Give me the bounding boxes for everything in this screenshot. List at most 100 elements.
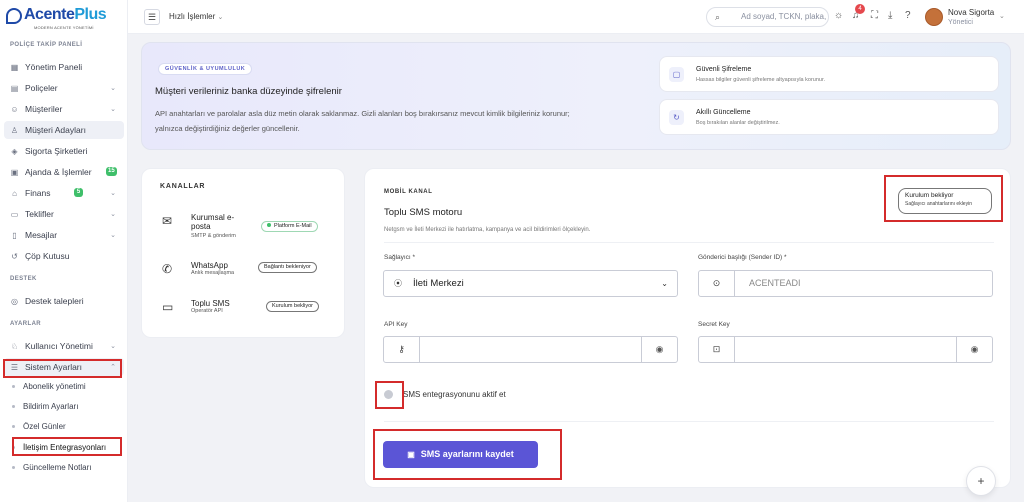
sidebar-item-customers[interactable]: ☺ Müşteriler ⌄ [4, 100, 124, 118]
sidebar-item-policies[interactable]: ▤ Poliçeler ⌄ [4, 79, 124, 97]
brand-name-b: Plus [74, 6, 107, 23]
sidebar-item-agenda[interactable]: ▣ Ajanda & İşlemler 15 [4, 163, 124, 181]
sun-icon[interactable]: ☼ [834, 10, 843, 22]
divider [384, 421, 994, 422]
brand-tagline: MODERN ACENTE YÖNETİMİ [34, 25, 94, 30]
channel-name: WhatsApp [191, 261, 228, 270]
chevron-down-icon: ⌄ [110, 343, 116, 350]
key-icon: ⚷ [384, 337, 420, 362]
sidebar-subitem-label: Abonelik yönetimi [23, 381, 86, 391]
sender-id-field[interactable]: ⊙ ACENTEADI [698, 270, 993, 297]
channel-desc: SMTP & gönderim [191, 233, 236, 239]
sidebar-item-user-management[interactable]: ♘ Kullanıcı Yönetimi ⌄ [4, 337, 124, 355]
eye-icon[interactable]: ◉ [641, 337, 677, 362]
sidebar-item-label: Teklifler [25, 209, 54, 219]
eye-icon[interactable]: ◉ [956, 337, 992, 362]
phone-icon: ▯ [12, 230, 17, 240]
security-banner: GÜVENLİK & UYUMLULUK Müşteri verileriniz… [141, 42, 1011, 150]
sidebar-item-label: Destek talepleri [25, 296, 84, 306]
sidebar-item-label: Mesajlar [25, 230, 58, 240]
shield-icon: ◈ [11, 146, 18, 156]
status-badge: Platform E-Mail [261, 221, 318, 232]
sidebar-item-leads[interactable]: ♙ Müşteri Adayları [4, 121, 124, 139]
section-label-settings: AYARLAR [10, 321, 42, 327]
secret-key-field[interactable]: ⊡ ◉ [698, 336, 993, 363]
sidebar-item-messages[interactable]: ▯ Mesajlar ⌄ [4, 226, 124, 244]
calendar-icon: ▣ [10, 167, 19, 177]
users-icon: ☺ [10, 104, 19, 114]
sidebar-subitem-release-notes[interactable]: Güncelleme Notları [12, 459, 124, 475]
avatar[interactable] [925, 8, 943, 26]
quick-actions-dropdown[interactable]: Hızlı İşlemler ⌄ [169, 12, 223, 21]
file-icon: ▭ [10, 209, 19, 219]
user-name[interactable]: Nova Sigorta [948, 8, 994, 17]
sidebar-subitem-special-days[interactable]: Özel Günler [12, 418, 124, 434]
add-button[interactable]: + [966, 466, 996, 496]
highlight-box [375, 381, 404, 409]
download-icon[interactable]: ⤓ [888, 10, 892, 22]
sidebar: Acente Plus MODERN ACENTE YÖNETİMİ POLİÇ… [0, 0, 128, 502]
channels-caption: KANALLAR [160, 183, 206, 190]
panel-caption: MOBİL KANAL [384, 189, 433, 195]
api-key-field[interactable]: ⚷ ◉ [383, 336, 678, 363]
sidebar-item-label: Sigorta Şirketleri [25, 146, 88, 156]
sidebar-item-label: Poliçeler [25, 83, 58, 93]
sidebar-item-label: Müşteriler [25, 104, 63, 114]
sender-id-label: Gönderici başlığı (Sender ID) * [698, 254, 787, 261]
channel-item-sms[interactable]: ▭ Toplu SMS Operatör API Kurulum bekliyo… [162, 299, 342, 319]
panel-title: Toplu SMS motoru [384, 207, 463, 218]
channel-name: Toplu SMS [191, 299, 230, 308]
lock-icon: ▢ [669, 67, 684, 82]
chevron-down-icon[interactable]: ⌄ [999, 12, 1005, 20]
help-icon[interactable]: ? [905, 10, 911, 22]
feature-card-smart-update: ↻ Akıllı Güncelleme Boş bırakılan alanla… [659, 99, 999, 135]
sms-settings-panel: MOBİL KANAL Toplu SMS motoru Netgsm ve İ… [364, 168, 1011, 488]
provider-select[interactable]: ⦿ İleti Merkezi ⌄ [383, 270, 678, 297]
sidebar-item-offers[interactable]: ▭ Teklifler ⌄ [4, 205, 124, 223]
search-input[interactable]: ⌕ Ad soyad, TCKN, plaka, [706, 7, 829, 27]
count-badge: 15 [106, 167, 117, 176]
channels-card: KANALLAR ✉ Kurumsal e-posta SMTP & gönde… [141, 168, 345, 338]
grid-icon: ▦ [10, 62, 19, 72]
banner-title: Müşteri verileriniz banka düzeyinde şifr… [155, 86, 342, 97]
channel-item-whatsapp[interactable]: ✆ WhatsApp Anlık mesajlaşma Bağlantı bek… [162, 261, 342, 281]
sidebar-item-insurers[interactable]: ◈ Sigorta Şirketleri [4, 142, 124, 160]
sidebar-item-label: Çöp Kutusu [25, 251, 70, 261]
quick-actions-label: Hızlı İşlemler [169, 12, 216, 21]
sidebar-subitem-label: Güncelleme Notları [23, 462, 92, 472]
sidebar-item-finance[interactable]: ⌂ Finans 5 ⌄ [4, 184, 124, 202]
sidebar-item-label: Kullanıcı Yönetimi [25, 341, 93, 351]
refresh-icon: ↻ [669, 110, 684, 125]
status-dot-icon [267, 223, 271, 227]
sidebar-subitem-subscription[interactable]: Abonelik yönetimi [12, 378, 124, 394]
security-pill: GÜVENLİK & UYUMLULUK [158, 63, 253, 75]
sidebar-item-dashboard[interactable]: ▦ Yönetim Paneli [4, 58, 124, 76]
bullet-icon [12, 404, 15, 408]
topbar: ☰ Hızlı İşlemler ⌄ ⌕ Ad soyad, TCKN, plak… [128, 0, 1024, 34]
api-key-label: API Key [384, 321, 408, 328]
brand-logo[interactable]: Acente Plus MODERN ACENTE YÖNETİMİ [6, 6, 107, 30]
bullet-icon [12, 384, 15, 388]
chevron-down-icon: ⌄ [110, 106, 116, 113]
count-badge: 5 [74, 188, 83, 197]
sidebar-subitem-label: Bildirim Ayarları [23, 401, 79, 411]
sidebar-item-trash[interactable]: ↺ Çöp Kutusu [4, 247, 124, 265]
menu-icon[interactable]: ☰ [144, 9, 160, 25]
highlight-box [12, 437, 122, 456]
banner-description: API anahtarları ve parolalar asla düz me… [155, 109, 570, 133]
document-icon: ▤ [10, 83, 19, 93]
chevron-down-icon: ⌄ [661, 279, 668, 288]
whatsapp-icon: ✆ [162, 262, 173, 276]
sidebar-item-support[interactable]: ◎ Destek talepleri [4, 292, 124, 310]
sidebar-subitem-notifications[interactable]: Bildirim Ayarları [12, 398, 124, 414]
signal-icon: ⦿ [394, 279, 402, 288]
sidebar-item-label: Finans [25, 188, 51, 198]
feature-card-subtitle: Boş bırakılan alanlar değiştirilmez. [696, 120, 780, 126]
channel-desc: Anlık mesajlaşma [191, 270, 235, 276]
channel-item-email[interactable]: ✉ Kurumsal e-posta SMTP & gönderim Platf… [162, 213, 342, 243]
bullet-icon [12, 424, 15, 428]
divider [384, 242, 994, 243]
chat-icon: ▭ [162, 300, 174, 314]
fullscreen-icon[interactable]: ⛶ [871, 10, 878, 22]
chevron-down-icon: ⌄ [110, 190, 116, 197]
